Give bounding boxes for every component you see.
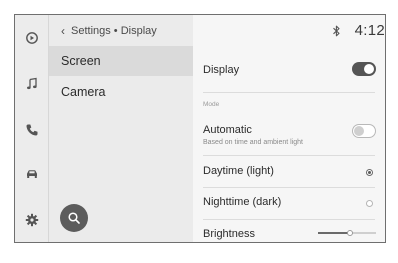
brightness-slider[interactable] xyxy=(318,230,376,236)
phone-icon[interactable] xyxy=(15,119,49,141)
brightness-slider-thumb[interactable] xyxy=(346,230,353,236)
menu-item-label: Camera xyxy=(61,85,106,99)
search-button[interactable] xyxy=(60,204,88,232)
apps-icon[interactable] xyxy=(15,27,49,49)
bluetooth-icon xyxy=(332,25,341,37)
clock: 4:12 xyxy=(354,22,385,39)
divider xyxy=(203,187,375,188)
brightness-row: Brightness xyxy=(203,225,385,242)
brightness-slider-fill xyxy=(318,232,350,234)
menu-item-label: Screen xyxy=(61,54,101,68)
breadcrumb: ‹ Settings • Display xyxy=(61,24,157,38)
nighttime-label: Nighttime (dark) xyxy=(203,196,282,208)
divider xyxy=(203,92,375,93)
daytime-radio[interactable] xyxy=(366,169,373,176)
nighttime-radio[interactable] xyxy=(366,200,373,207)
display-toggle[interactable] xyxy=(352,62,376,76)
menu-item-camera[interactable]: Camera xyxy=(49,77,193,107)
automatic-toggle[interactable] xyxy=(352,124,376,138)
brightness-label: Brightness xyxy=(203,228,255,240)
back-chevron-icon[interactable]: ‹ xyxy=(61,24,65,38)
search-icon xyxy=(68,212,80,224)
status-bar: 4:12 xyxy=(332,22,385,39)
car-icon[interactable] xyxy=(15,163,49,185)
mode-section-header: Mode xyxy=(203,101,220,108)
divider xyxy=(203,219,375,220)
automatic-label: Automatic xyxy=(203,124,252,136)
app-rail xyxy=(15,15,49,242)
display-label: Display xyxy=(203,64,240,76)
music-note-icon[interactable] xyxy=(15,73,49,95)
display-row[interactable]: Display xyxy=(203,59,385,83)
option-nighttime[interactable]: Nighttime (dark) xyxy=(203,192,385,214)
breadcrumb-text: Settings • Display xyxy=(71,25,157,37)
automatic-row[interactable]: Automatic Based on time and ambient ligh… xyxy=(203,121,385,151)
gear-icon[interactable] xyxy=(15,209,49,231)
automatic-sublabel: Based on time and ambient light xyxy=(203,139,304,146)
option-daytime[interactable]: Daytime (light) xyxy=(203,161,385,183)
infotainment-screen: ‹ Settings • Display 4:12 Screen Camera … xyxy=(14,14,386,243)
daytime-label: Daytime (light) xyxy=(203,165,274,177)
menu-item-screen[interactable]: Screen xyxy=(49,46,193,76)
divider xyxy=(203,155,375,156)
